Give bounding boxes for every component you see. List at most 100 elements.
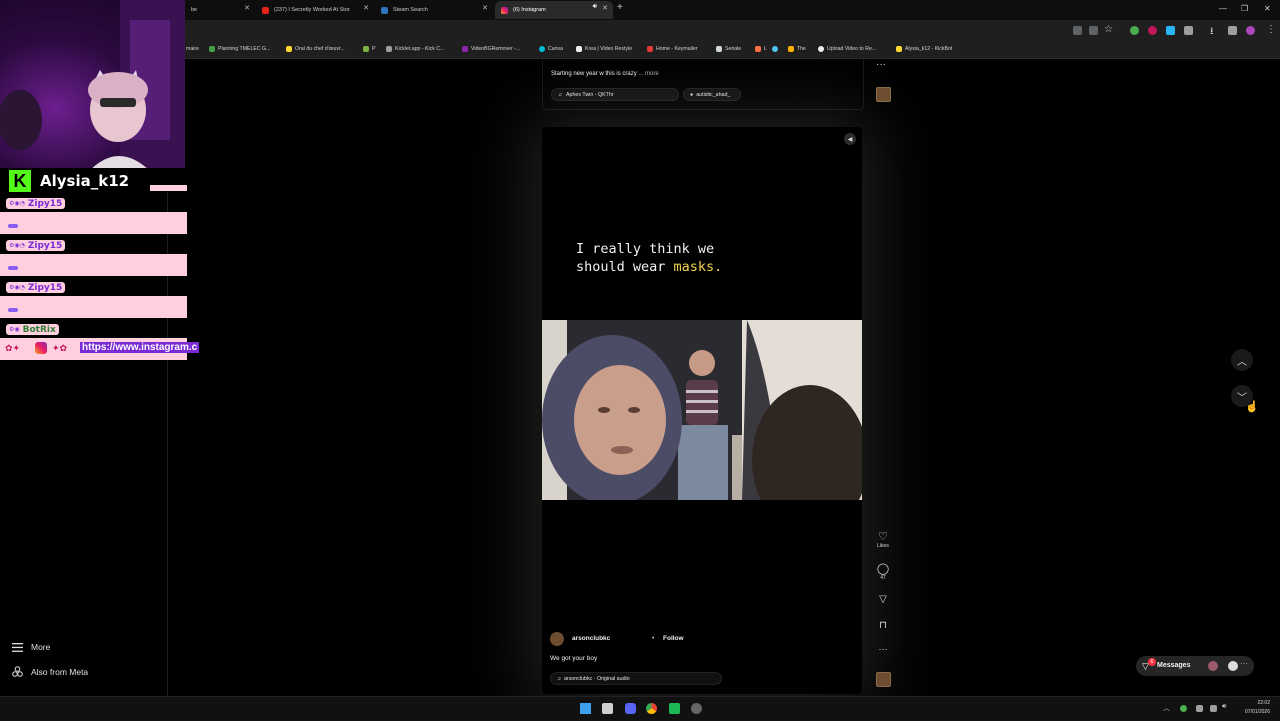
task-view-icon[interactable] <box>602 703 613 714</box>
bookmark-item[interactable]: The <box>788 46 806 52</box>
like-button[interactable]: ♡ Likes <box>870 530 896 549</box>
user-tag-pill[interactable]: ● autistic_ahad_ <box>683 88 741 101</box>
bookmark-label: The <box>797 46 806 52</box>
follow-button[interactable]: Follow <box>663 635 684 642</box>
chevron-up-icon[interactable]: ︿ <box>1231 349 1253 371</box>
video-frame <box>542 320 862 500</box>
tab-video[interactable]: (237) I Secretly Worked At Stor ✕ <box>256 1 374 19</box>
bookmark-label: Kicklet.app - Kick C... <box>395 46 445 52</box>
tab-label: (237) I Secretly Worked At Stor <box>274 7 350 13</box>
sidebar-item-more[interactable]: More <box>12 642 50 652</box>
sidebar-item-label: More <box>31 642 51 652</box>
minimize-icon[interactable]: — <box>1219 4 1227 13</box>
chat-message: ✿✦ ✦✿ https://www.instagram.c <box>0 338 200 360</box>
bookmark-item[interactable]: Seriale <box>716 46 741 52</box>
bookmark-icon <box>818 46 824 52</box>
tray-icon[interactable] <box>1180 705 1187 712</box>
menu-kebab-icon[interactable]: ⋮ <box>1266 24 1276 35</box>
chat-message <box>0 296 187 318</box>
bookmark-item[interactable]: L <box>755 46 767 52</box>
install-app-icon[interactable] <box>1073 26 1082 35</box>
sidebar-item-also-from-meta[interactable]: Also from Meta <box>12 666 88 677</box>
bookmark-item[interactable]: Home - Keymailer <box>647 46 698 52</box>
volume-icon[interactable]: ◀ <box>844 133 856 145</box>
sidebar-item-label: Also from Meta <box>31 666 89 677</box>
comment-button[interactable]: ◯ 47 <box>870 562 896 581</box>
translate-icon[interactable] <box>1089 26 1098 35</box>
avatar[interactable] <box>550 632 564 646</box>
bookmark-icon <box>755 46 761 52</box>
caption-line: should wear <box>576 259 674 275</box>
reel-username[interactable]: arsonclubkc <box>572 635 610 642</box>
bookmark-item[interactable]: Kicklet.app - Kick C... <box>386 46 444 52</box>
youtube-icon <box>262 6 269 14</box>
clock-date[interactable]: 07/01/2026 <box>1236 709 1270 715</box>
tab-steam[interactable]: Steam Search ✕ <box>375 1 493 19</box>
prev-audio-thumbnail[interactable] <box>876 87 891 102</box>
username-text: BotRix <box>22 324 56 335</box>
close-tab-icon[interactable]: ✕ <box>363 4 369 12</box>
bookmark-label: maire <box>186 46 199 52</box>
more-options-icon[interactable]: ··· <box>876 59 886 70</box>
tab-youtube[interactable]: be ✕ <box>185 1 255 19</box>
windows-start-icon[interactable] <box>580 703 591 714</box>
close-tab-icon[interactable]: ✕ <box>244 4 250 12</box>
close-tab-icon[interactable]: ✕ <box>602 4 608 12</box>
webcam-overlay <box>0 0 185 182</box>
comment-icon: ◯ <box>876 563 890 575</box>
more-options-icon[interactable]: ··· <box>870 644 896 654</box>
tray-chevron-icon[interactable]: ︿ <box>1163 703 1170 713</box>
bookmark-label: Oral du chef d'œuvr... <box>295 46 345 52</box>
discord-icon[interactable] <box>625 703 636 714</box>
more-options-icon[interactable]: ··· <box>1240 659 1248 668</box>
bookmark-item[interactable]: P <box>363 46 375 52</box>
more-link[interactable]: ... more <box>638 71 658 77</box>
caption-line: I really think we <box>576 241 715 257</box>
extension-icon[interactable] <box>1148 26 1157 35</box>
bookmark-item[interactable]: Krea | Video Restyle <box>576 46 632 52</box>
extension-icon[interactable] <box>1166 26 1175 35</box>
app-icon[interactable] <box>669 703 680 714</box>
meta-apps-icon <box>12 666 23 677</box>
bookmark-item[interactable]: Canva <box>539 46 563 52</box>
bookmark-item[interactable]: Alysia_k12 - KickBot <box>896 46 952 52</box>
messages-bar[interactable]: ▽ 6 Messages ··· <box>1136 656 1254 676</box>
audio-thumbnail[interactable] <box>876 672 891 687</box>
chrome-icon[interactable] <box>646 703 657 714</box>
video-caption: I really think we should wear masks. <box>576 240 722 276</box>
sidepanel-icon[interactable] <box>1228 26 1237 35</box>
bookmark-item[interactable]: Planning TMELEC G... <box>209 46 270 52</box>
bookmark-label: Home - Keymailer <box>656 46 698 52</box>
audio-playing-icon[interactable]: 🔊︎ <box>593 3 597 11</box>
profile-avatar[interactable] <box>1246 26 1255 35</box>
bookmark-item[interactable]: VideoBGRemover -... <box>462 46 520 52</box>
badges-icon: ⚙◉◔ <box>9 200 25 207</box>
bookmark-item[interactable]: Upload Video to Re... <box>818 46 876 52</box>
save-bookmark-icon[interactable]: ⊓ <box>870 620 896 631</box>
volume-icon[interactable]: 🔊︎ <box>1222 703 1226 711</box>
settings-gear-icon[interactable] <box>691 703 702 714</box>
tray-icon[interactable] <box>1196 705 1203 712</box>
kickbot-icon <box>896 46 902 52</box>
download-icon[interactable]: ⭳ <box>1210 24 1214 41</box>
steam-icon <box>381 6 388 14</box>
bookmark-label: P <box>372 46 376 52</box>
bookmark-item[interactable]: maire <box>186 46 199 52</box>
tab-instagram[interactable]: (6) Instagram 🔊︎ ✕ <box>495 1 613 19</box>
share-icon[interactable]: ▽ <box>870 594 896 605</box>
clock-time[interactable]: 22:02 <box>1240 700 1270 706</box>
network-icon[interactable] <box>1210 705 1217 712</box>
puzzle-extensions-icon[interactable] <box>1184 26 1193 35</box>
new-tab-icon[interactable]: + <box>617 2 623 13</box>
bookmark-item[interactable] <box>772 46 781 52</box>
reel-player[interactable]: ◀ I really think we should wear masks. a… <box>542 127 862 694</box>
bookmark-star-icon[interactable]: ☆ <box>1104 24 1113 35</box>
close-window-icon[interactable]: ✕ <box>1264 4 1271 13</box>
close-tab-icon[interactable]: ✕ <box>482 4 488 12</box>
audio-pill[interactable]: ♫ arsonclubkc · Original audio <box>550 672 722 685</box>
audio-pill[interactable]: ♫ Aphex Twin - QKThr <box>551 88 679 101</box>
shield-extension-icon[interactable] <box>1130 26 1139 35</box>
bookmark-item[interactable]: Oral du chef d'œuvr... <box>286 46 345 52</box>
maximize-icon[interactable]: ❐ <box>1241 4 1248 13</box>
instagram-icon <box>35 342 47 354</box>
